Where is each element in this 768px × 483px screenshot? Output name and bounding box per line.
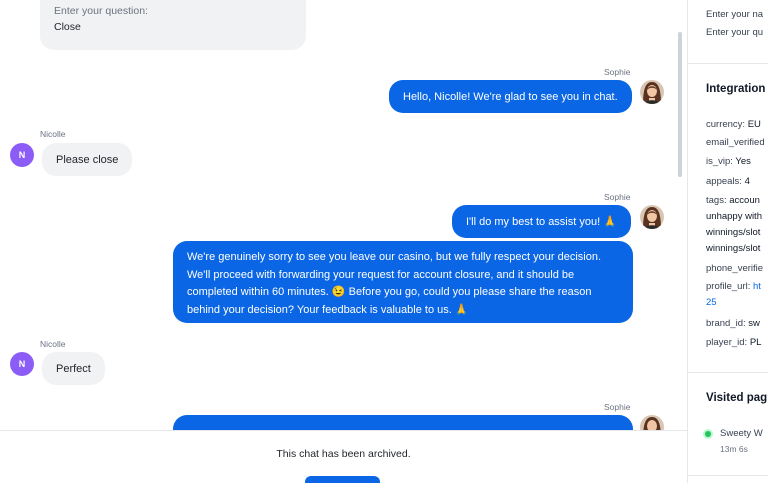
chat-scrollbar[interactable]: [678, 32, 682, 177]
agent-avatar: [640, 80, 664, 104]
question-label: Enter your question:: [54, 5, 148, 17]
field-email-verified: email_verified: [706, 137, 765, 148]
visited-page-title[interactable]: Sweety W: [720, 428, 763, 439]
field-currency: currency: EU: [706, 119, 761, 130]
field-profile-url-line[interactable]: 25: [706, 297, 717, 308]
message-author: Sophie: [604, 192, 631, 202]
divider: [688, 372, 768, 373]
question-card: Enter your question: Close: [40, 0, 306, 50]
field-is-vip: is_vip: Yes: [706, 156, 751, 167]
visited-page-duration: 13m 6s: [720, 444, 748, 454]
message-bubble: Perfect: [42, 352, 105, 385]
field-appeals: appeals: 4: [706, 176, 750, 187]
integration-heading: Integration: [706, 83, 766, 95]
message-bubble: Hello, Nicolle! We're glad to see you in…: [389, 80, 632, 113]
field-profile-url[interactable]: profile_url: ht: [706, 281, 761, 292]
agent-avatar: [640, 205, 664, 229]
message-bubble: I'll do my best to assist you! 🙏: [452, 205, 631, 238]
user-avatar: N: [10, 352, 34, 376]
form-line-question: Enter your qu: [706, 27, 764, 38]
chat-app: Enter your question: Close Sophie Hello,…: [0, 0, 768, 483]
online-status-icon: [705, 431, 711, 437]
archived-text: This chat has been archived.: [276, 448, 411, 460]
archived-action-button[interactable]: [305, 476, 380, 483]
visited-pages-heading: Visited pag: [706, 392, 768, 404]
divider: [688, 475, 768, 476]
message-bubble: Please close: [42, 143, 133, 176]
field-tags: tags: accoun: [706, 195, 760, 206]
message-author: Nicolle: [40, 129, 66, 139]
form-line-name: Enter your na: [706, 9, 764, 20]
message-bubble: We're genuinely sorry to see you leave o…: [173, 241, 633, 323]
chat-transcript: Enter your question: Close Sophie Hello,…: [0, 0, 687, 483]
field-tags-line: unhappy with: [706, 211, 762, 222]
question-value: Close: [54, 20, 81, 33]
message-author: Sophie: [604, 402, 631, 412]
message-author: Nicolle: [40, 339, 66, 349]
field-tags-line: winnings/slot: [706, 243, 761, 254]
field-brand-id: brand_id: sw: [706, 318, 760, 329]
field-player-id: player_id: PL: [706, 337, 762, 348]
message-author: Sophie: [604, 67, 631, 77]
archived-banner: This chat has been archived.: [0, 430, 687, 483]
divider: [688, 63, 768, 64]
customer-info-panel: Enter your na Enter your qu Integration …: [687, 0, 768, 483]
field-phone-verified: phone_verifie: [706, 263, 764, 274]
user-avatar: N: [10, 143, 34, 167]
field-tags-line: winnings/slot: [706, 227, 761, 238]
